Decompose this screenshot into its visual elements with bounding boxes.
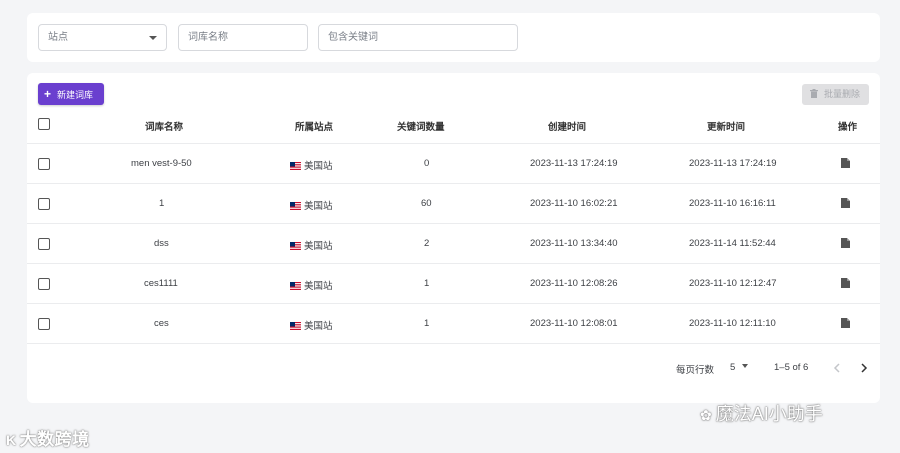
row-checkbox[interactable] (38, 278, 50, 290)
site-select[interactable]: 站点 (38, 24, 167, 51)
row-library-name: ces (154, 318, 169, 329)
row-site-label: 美国站 (304, 321, 333, 332)
watermark-right: ✿ 魔法AI小助手 (700, 404, 823, 424)
row-checkbox[interactable] (38, 158, 50, 170)
row-divider (27, 343, 880, 344)
document-icon[interactable] (841, 318, 850, 328)
us-flag-icon (290, 162, 301, 170)
us-flag-icon (290, 322, 301, 330)
chevron-left-icon[interactable] (833, 363, 841, 373)
row-site-label: 美国站 (304, 281, 333, 292)
chevron-down-icon (741, 364, 748, 368)
header-site[interactable]: 所属站点 (295, 119, 333, 133)
library-name-input[interactable]: 词库名称 (178, 24, 308, 51)
row-library-name: 1 (159, 198, 165, 209)
watermark-left-text: 大数跨境 (19, 430, 90, 449)
row-library-name: dss (154, 238, 169, 249)
trash-icon (810, 89, 818, 99)
document-icon[interactable] (841, 158, 850, 168)
row-site: 美国站 (290, 278, 333, 292)
document-icon[interactable] (841, 198, 850, 208)
us-flag-icon (290, 202, 301, 210)
table-row: ces 美国站 1 2023-11-10 12:08:01 2023-11-10… (27, 304, 880, 344)
row-created-time: 2023-11-10 12:08:01 (530, 318, 618, 329)
row-keyword-count: 0 (424, 158, 430, 169)
row-updated-time: 2023-11-10 16:16:11 (689, 198, 776, 209)
select-all-checkbox[interactable] (38, 118, 50, 130)
row-keyword-count: 2 (424, 238, 430, 249)
row-created-time: 2023-11-10 13:34:40 (530, 238, 618, 249)
row-site-label: 美国站 (304, 241, 333, 252)
us-flag-icon (290, 282, 301, 290)
pagination-range: 1–5 of 6 (774, 362, 809, 373)
keyword-input[interactable]: 包含关键词 (318, 24, 518, 51)
row-updated-time: 2023-11-13 17:24:19 (689, 158, 777, 169)
us-flag-icon (290, 242, 301, 250)
row-checkbox[interactable] (38, 238, 50, 250)
watermark-left: K 大数跨境 (6, 430, 90, 449)
keyword-library-table-card: + 新建词库 批量删除 词库名称 所属站点 关键词数量 创建时间 更新时间 操作 … (27, 73, 880, 403)
watermark-right-text: 魔法AI小助手 (715, 404, 823, 424)
keyword-placeholder: 包含关键词 (328, 32, 378, 43)
rows-per-page-select[interactable]: 5 (730, 362, 748, 373)
header-updated-time[interactable]: 更新时间 (707, 119, 745, 133)
library-name-placeholder: 词库名称 (188, 32, 228, 43)
row-site: 美国站 (290, 158, 333, 172)
row-keyword-count: 1 (424, 318, 430, 329)
table-row: 1 美国站 60 2023-11-10 16:02:21 2023-11-10 … (27, 184, 880, 224)
row-updated-time: 2023-11-14 11:52:44 (689, 238, 776, 249)
row-created-time: 2023-11-10 16:02:21 (530, 198, 618, 209)
plus-icon: + (44, 87, 52, 101)
batch-delete-button[interactable]: 批量删除 (802, 84, 869, 105)
row-site: 美国站 (290, 318, 333, 332)
table-row: men vest-9-50 美国站 0 2023-11-13 17:24:19 … (27, 144, 880, 184)
header-library-name[interactable]: 词库名称 (145, 119, 183, 133)
row-created-time: 2023-11-10 12:08:26 (530, 278, 618, 289)
row-site: 美国站 (290, 238, 333, 252)
document-icon[interactable] (841, 238, 850, 248)
row-updated-time: 2023-11-10 12:12:47 (689, 278, 777, 289)
table-row: ces1111 美国站 1 2023-11-10 12:08:26 2023-1… (27, 264, 880, 304)
row-site-label: 美国站 (304, 161, 333, 172)
row-keyword-count: 60 (421, 198, 432, 209)
header-created-time[interactable]: 创建时间 (548, 119, 586, 133)
header-actions: 操作 (838, 122, 858, 133)
row-site-label: 美国站 (304, 201, 333, 212)
row-checkbox[interactable] (38, 318, 50, 330)
row-library-name: ces1111 (144, 278, 178, 289)
row-keyword-count: 1 (424, 278, 430, 289)
chevron-down-icon (149, 36, 157, 40)
batch-delete-label: 批量删除 (824, 89, 861, 99)
row-library-name: men vest-9-50 (131, 158, 192, 169)
site-select-placeholder: 站点 (48, 32, 68, 43)
new-library-button[interactable]: + 新建词库 (38, 83, 104, 105)
rows-per-page-label: 每页行数 (676, 365, 715, 376)
row-site: 美国站 (290, 198, 333, 212)
document-icon[interactable] (841, 278, 850, 288)
header-keyword-count[interactable]: 关键词数量 (397, 119, 445, 133)
rows-per-page-value: 5 (730, 362, 736, 373)
table-row: dss 美国站 2 2023-11-10 13:34:40 2023-11-14… (27, 224, 880, 264)
row-checkbox[interactable] (38, 198, 50, 210)
filter-bar: 站点 词库名称 包含关键词 (27, 13, 880, 62)
row-updated-time: 2023-11-10 12:11:10 (689, 318, 776, 329)
new-library-label: 新建词库 (57, 90, 94, 100)
row-created-time: 2023-11-13 17:24:19 (530, 158, 618, 169)
chevron-right-icon[interactable] (860, 363, 868, 373)
